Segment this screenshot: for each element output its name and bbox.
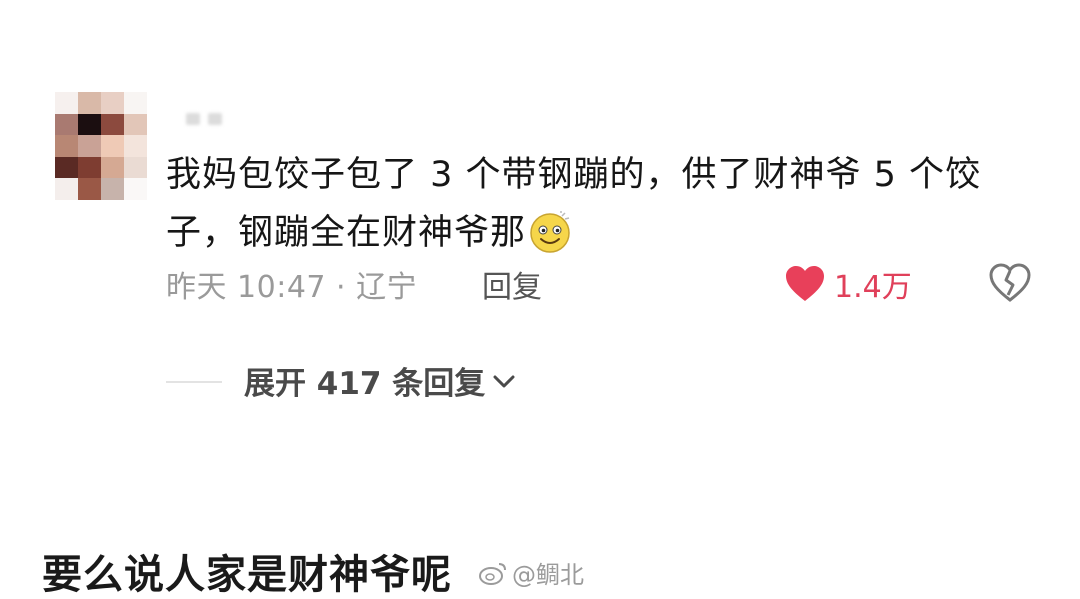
divider-line	[166, 381, 222, 383]
broken-heart-icon	[989, 263, 1031, 302]
like-count: 1.4万	[834, 270, 912, 305]
expand-replies-label: 展开 417 条回复	[244, 366, 486, 402]
smiley-emoji-icon	[530, 211, 570, 253]
chevron-down-icon	[493, 375, 515, 387]
caption-text: 要么说人家是财神爷呢	[42, 552, 452, 598]
username-blurred[interactable]	[186, 110, 234, 125]
weibo-watermark: @鲷北	[478, 555, 584, 590]
comment-text: 我妈包饺子包了 3 个带钢蹦的，供了财神爷 5 个饺子，钢蹦全在财神爷那	[166, 155, 982, 253]
heart-icon	[786, 266, 824, 301]
expand-replies-button[interactable]: 展开 417 条回复	[244, 358, 517, 403]
dislike-button[interactable]	[988, 263, 1032, 307]
avatar[interactable]	[55, 92, 147, 200]
weibo-logo-icon	[479, 562, 506, 585]
comment-time-location: 昨天 10:47 · 辽宁	[166, 270, 418, 305]
like-button[interactable]: 1.4万	[784, 262, 912, 306]
reply-button[interactable]: 回复	[482, 262, 542, 306]
watermark-text: @鲷北	[512, 561, 584, 589]
comment-screenshot: 我妈包饺子包了 3 个带钢蹦的，供了财神爷 5 个饺子，钢蹦全在财神爷那 昨天 …	[0, 0, 1080, 599]
